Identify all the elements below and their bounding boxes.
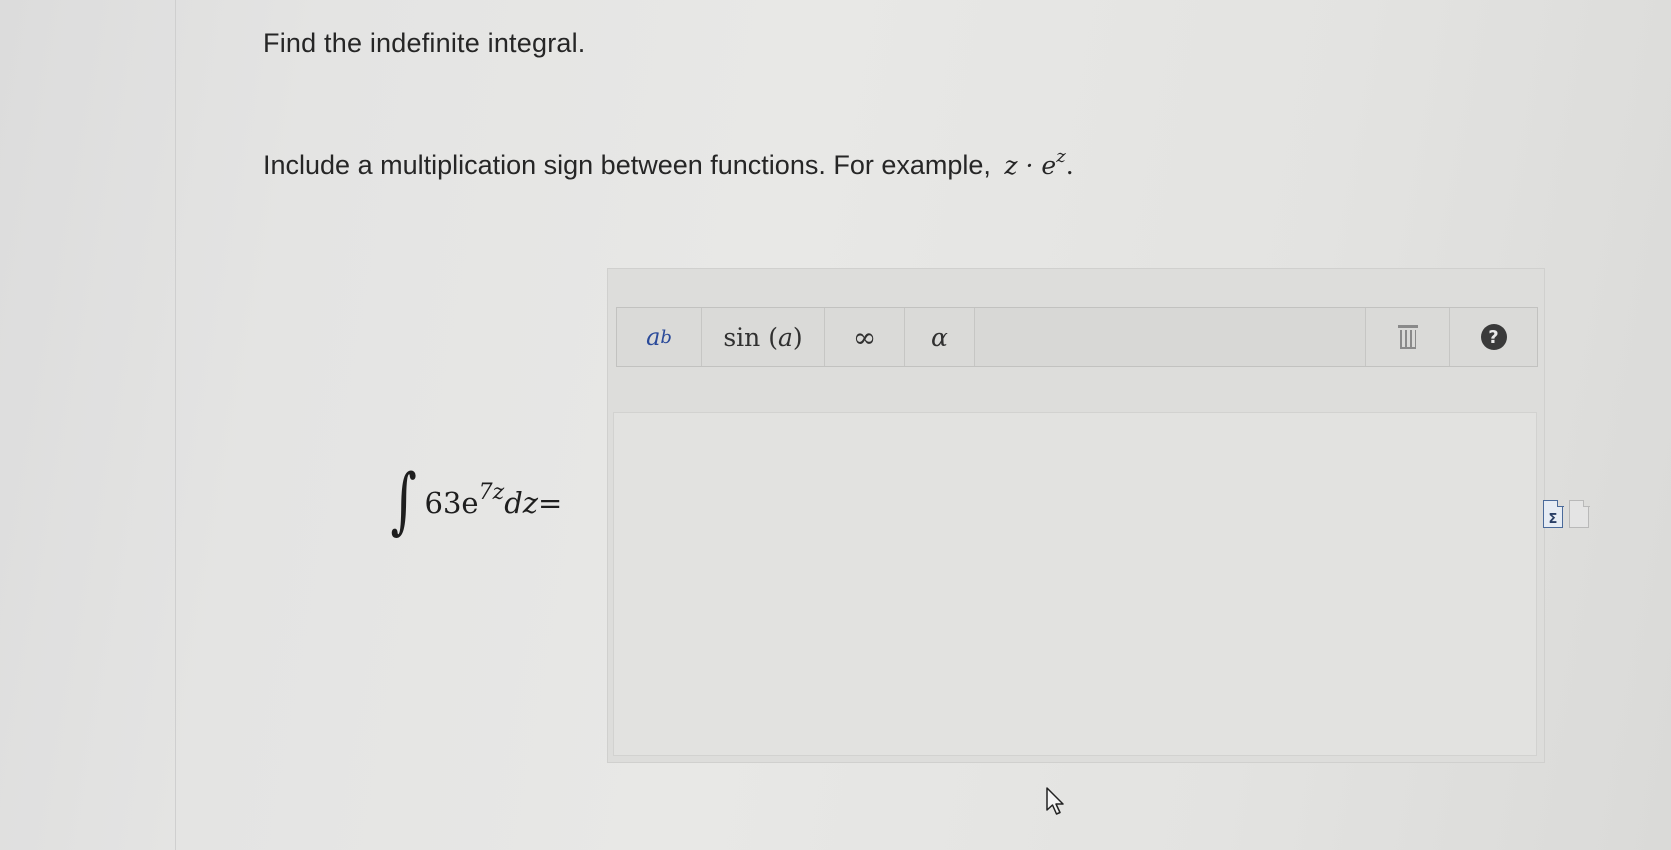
integrand-exponent: 7z xyxy=(478,480,505,505)
help-icon: ? xyxy=(1480,324,1507,350)
sin-arg: a xyxy=(777,322,793,352)
pointer-cursor-icon xyxy=(1046,787,1064,815)
integrand-coefficient: 63e xyxy=(424,486,479,520)
integral-sign: ∫ xyxy=(390,458,417,542)
example-end: . xyxy=(1065,151,1074,180)
trash-icon xyxy=(1397,325,1418,349)
example-base: z · e xyxy=(1004,151,1057,180)
power-button[interactable]: ab xyxy=(617,308,702,366)
sin-button[interactable]: sin (a) xyxy=(702,308,825,366)
document-icon[interactable] xyxy=(1569,499,1590,528)
power-exponent: b xyxy=(660,326,672,348)
side-icons: Σ xyxy=(1543,499,1590,528)
integral-expression: ∫ 63e7zdz= xyxy=(385,455,563,545)
sin-prefix: sin ( xyxy=(723,322,778,352)
toolbar-spacer xyxy=(975,308,1366,366)
formula-sheet-glyph: Σ xyxy=(1548,512,1558,527)
instruction-text: Include a multiplication sign between fu… xyxy=(263,150,991,180)
greek-alpha-button[interactable]: α xyxy=(905,308,975,366)
integral-differential: dz xyxy=(504,486,539,520)
formula-sheet-icon[interactable]: Σ xyxy=(1543,499,1564,528)
clear-button[interactable] xyxy=(1366,308,1450,366)
help-button[interactable]: ? xyxy=(1450,308,1537,366)
power-base: a xyxy=(646,323,661,351)
example-exponent: z xyxy=(1056,146,1066,167)
question-instruction: Include a multiplication sign between fu… xyxy=(263,146,1074,181)
math-toolbar: ab sin (a) ∞ α ? xyxy=(616,307,1538,367)
integrand: 63e7zdz= xyxy=(425,480,563,520)
infinity-button[interactable]: ∞ xyxy=(825,308,905,366)
answer-widget: ab sin (a) ∞ α ? xyxy=(607,268,1545,763)
answer-input[interactable] xyxy=(613,412,1537,756)
question-title: Find the indefinite integral. xyxy=(263,28,586,58)
example-expression: z · ez. xyxy=(1004,146,1074,180)
left-divider xyxy=(175,0,176,850)
sin-suffix: ) xyxy=(792,322,803,352)
equals-sign: = xyxy=(538,486,563,520)
